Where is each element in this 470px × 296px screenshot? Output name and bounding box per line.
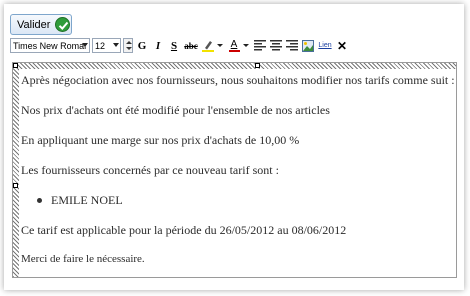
valider-button[interactable]: Valider — [10, 14, 72, 35]
close-icon[interactable]: ✕ — [335, 38, 349, 53]
paragraph: Merci de faire le nécessaire. — [21, 253, 145, 265]
font-size-spinner[interactable] — [123, 38, 133, 53]
text-color-letter: A — [230, 38, 238, 50]
bullet-icon — [37, 198, 42, 203]
align-left-button[interactable] — [253, 38, 267, 53]
check-icon — [55, 17, 70, 32]
paragraph: Ce tarif est applicable pour la période … — [21, 223, 347, 237]
insert-link-button[interactable]: Lien — [317, 38, 333, 53]
paragraph: Nos prix d'achats ont été modifié pour l… — [21, 103, 330, 117]
list-item: EMILE NOEL — [37, 193, 123, 208]
editor-top-border — [13, 63, 456, 69]
format-toolbar: Times New Romar 12 G I S abc A Lien ✕ — [10, 37, 460, 54]
font-family-value: Times New Romar — [13, 40, 88, 51]
align-center-button[interactable] — [269, 38, 283, 53]
font-size-value: 12 — [95, 40, 106, 51]
resize-handle[interactable] — [13, 183, 18, 188]
align-center-icon — [270, 40, 282, 51]
chevron-down-icon — [113, 43, 119, 47]
highlight-button[interactable] — [201, 38, 215, 53]
insert-image-button[interactable] — [301, 38, 315, 53]
spin-down-icon[interactable] — [126, 47, 132, 50]
editor-left-border — [13, 63, 19, 277]
highlighter-icon — [202, 41, 214, 52]
text-color-swatch — [228, 49, 240, 52]
align-right-icon — [286, 40, 298, 51]
font-family-select[interactable]: Times New Romar — [10, 38, 90, 53]
underline-button[interactable]: S — [167, 38, 181, 53]
align-right-button[interactable] — [285, 38, 299, 53]
bold-button[interactable]: G — [135, 38, 149, 53]
resize-handle[interactable] — [13, 63, 18, 68]
font-size-select[interactable]: 12 — [92, 38, 121, 53]
paragraph: Après négociation avec nos fournisseurs,… — [21, 73, 455, 87]
text-color-button[interactable]: A — [227, 38, 241, 53]
chevron-down-icon[interactable] — [243, 44, 249, 47]
align-left-icon — [254, 40, 266, 51]
spin-up-icon[interactable] — [126, 41, 132, 44]
chevron-down-icon[interactable] — [217, 44, 223, 47]
paragraph: En appliquant une marge sur nos prix d'a… — [21, 133, 300, 147]
chevron-down-icon — [82, 43, 88, 47]
paragraph: Les fournisseurs concernés par ce nouvea… — [21, 163, 279, 177]
list-item-text: EMILE NOEL — [51, 193, 123, 207]
rich-text-editor[interactable]: Après négociation avec nos fournisseurs,… — [12, 62, 457, 278]
valider-label: Valider — [17, 18, 51, 31]
image-icon — [302, 39, 314, 52]
italic-button[interactable]: I — [151, 38, 165, 53]
strikethrough-button[interactable]: abc — [183, 38, 199, 53]
resize-handle[interactable] — [255, 63, 260, 68]
